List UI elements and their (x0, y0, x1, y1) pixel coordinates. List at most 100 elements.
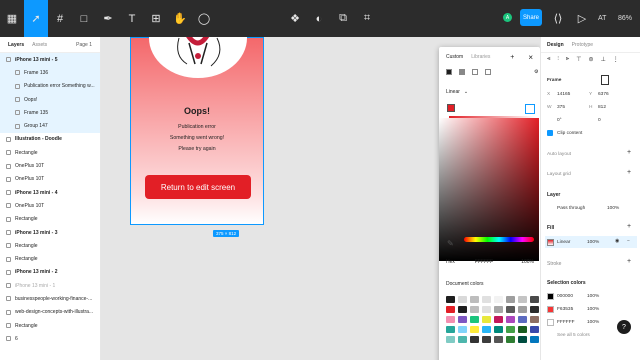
color-swatch[interactable] (518, 316, 527, 323)
layer-row[interactable]: iPhone 13 mini - 1 (0, 279, 100, 292)
tab-layers[interactable]: Layers (8, 42, 24, 48)
comment-tool-icon[interactable]: ◯ (192, 0, 216, 37)
fill-swatch[interactable] (547, 239, 554, 246)
layer-row[interactable]: OnePlus 10T (0, 173, 100, 186)
frame-tool-icon[interactable]: # (48, 0, 72, 37)
color-swatch[interactable] (494, 306, 503, 313)
layer-row[interactable]: Publication error Something w... (0, 79, 100, 93)
add-fill-icon[interactable]: + (627, 223, 631, 230)
selection-color-hex[interactable]: F63535 (557, 307, 573, 312)
iphone-frame[interactable]: Oops! Publication error Something went w… (130, 37, 264, 237)
color-swatch[interactable] (458, 296, 467, 303)
solid-icon[interactable] (446, 69, 452, 75)
color-swatch[interactable] (482, 316, 491, 323)
layer-row[interactable]: iPhone 13 mini - 5 (0, 53, 100, 67)
pen-tool-icon[interactable]: ✒ (96, 0, 120, 37)
selection-color-opacity[interactable]: 100% (587, 294, 599, 299)
crop-icon[interactable]: ⌗ (355, 0, 379, 37)
color-swatch[interactable] (530, 296, 539, 303)
align-center-icon[interactable]: ⫶ (557, 56, 559, 63)
color-swatch[interactable] (494, 296, 503, 303)
color-swatch[interactable] (470, 316, 479, 323)
layer-row[interactable]: Rectangle (0, 319, 100, 332)
color-swatch[interactable] (506, 326, 515, 333)
linear-gradient-icon[interactable] (459, 69, 465, 75)
hex-input[interactable]: FFFFFF (475, 259, 493, 265)
layer-row[interactable]: Frame 136 (0, 66, 100, 80)
at-label[interactable]: AT (598, 15, 606, 22)
layer-opacity-input[interactable]: 100% (607, 206, 619, 211)
fill-opacity-input[interactable]: 100% (587, 240, 599, 245)
color-swatch[interactable] (518, 326, 527, 333)
color-swatch[interactable] (506, 306, 515, 313)
resources-icon[interactable]: ⊞ (144, 0, 168, 37)
layer-row[interactable]: iPhone 13 mini - 2 (0, 266, 100, 279)
color-swatch[interactable] (446, 296, 455, 303)
color-swatch[interactable] (458, 306, 467, 313)
stop-white[interactable] (525, 104, 535, 114)
share-button[interactable]: Share (520, 9, 542, 26)
figma-menu-icon[interactable]: ▦ (0, 0, 24, 37)
tab-prototype[interactable]: Prototype (572, 42, 593, 48)
color-swatch[interactable] (446, 326, 455, 333)
return-to-edit-button[interactable]: Return to edit screen (145, 175, 251, 199)
x-input[interactable]: 14165 (557, 92, 570, 97)
y-input[interactable]: 6376 (598, 92, 609, 97)
see-all-colors-link[interactable]: See all 5 colors (557, 333, 590, 338)
layer-row[interactable]: Group 147 (0, 119, 100, 133)
color-swatch[interactable] (458, 316, 467, 323)
eye-icon[interactable]: ◉ (615, 239, 619, 244)
layer-row[interactable]: Illustration - Doodle (0, 133, 100, 146)
layer-row[interactable]: Rectangle (0, 213, 100, 226)
color-swatch[interactable] (518, 306, 527, 313)
text-tool-icon[interactable]: T (120, 0, 144, 37)
eyedropper-icon[interactable]: ✎ (447, 239, 454, 248)
w-input[interactable]: 375 (557, 105, 565, 110)
image-fill-icon[interactable] (485, 69, 491, 75)
tab-assets[interactable]: Assets (32, 42, 47, 48)
selection-color-opacity[interactable]: 100% (587, 320, 599, 325)
blend-mode-select[interactable]: Pass through (557, 206, 585, 211)
color-swatch[interactable] (506, 336, 515, 343)
layer-row[interactable]: Rectangle (0, 252, 100, 265)
color-swatch[interactable] (482, 306, 491, 313)
h-input[interactable]: 812 (598, 105, 606, 110)
stop-red[interactable] (447, 104, 455, 112)
radius-input[interactable]: 0 (598, 118, 601, 123)
color-swatch[interactable] (470, 306, 479, 313)
rotation-input[interactable]: 0° (557, 118, 562, 123)
portrait-icon[interactable] (601, 75, 609, 85)
close-icon[interactable]: × (528, 53, 533, 62)
color-swatch[interactable] (470, 336, 479, 343)
color-swatch[interactable] (506, 316, 515, 323)
layer-row[interactable]: Oops! (0, 92, 100, 107)
color-swatch[interactable] (446, 316, 455, 323)
color-swatch[interactable] (518, 336, 527, 343)
selection-color-hex[interactable]: FFFFFF (557, 320, 575, 325)
boolean-icon[interactable]: ⧉ (331, 0, 355, 37)
clip-checkbox[interactable] (547, 130, 553, 136)
frame-dropdown[interactable]: Frame (547, 78, 561, 83)
hue-slider[interactable] (464, 237, 534, 242)
gradient-type-dropdown[interactable]: Linear ⌄ (446, 89, 468, 95)
color-swatch[interactable] (458, 326, 467, 333)
layer-row[interactable]: iPhone 13 mini - 4 (0, 186, 100, 199)
color-swatch[interactable] (530, 326, 539, 333)
canvas[interactable]: Oops! Publication error Something went w… (101, 37, 540, 360)
layer-row[interactable]: 6 (0, 332, 100, 345)
color-swatch[interactable] (470, 326, 479, 333)
avatar[interactable]: A (503, 13, 512, 22)
selection-color-swatch[interactable] (547, 319, 554, 326)
layer-row[interactable]: businesspeople-working-finance-... (0, 292, 100, 305)
add-stroke-icon[interactable]: + (627, 258, 631, 265)
color-swatch[interactable] (518, 296, 527, 303)
color-swatch[interactable] (446, 306, 455, 313)
align-middle-icon[interactable]: ⊜ (589, 56, 594, 63)
color-swatch[interactable] (470, 296, 479, 303)
layer-row[interactable]: Rectangle (0, 239, 100, 252)
layer-row[interactable]: web-design-concepts-with-illustra... (0, 306, 100, 319)
selection-color-swatch[interactable] (547, 293, 554, 300)
color-swatch[interactable] (494, 316, 503, 323)
color-swatch[interactable] (482, 336, 491, 343)
layer-row[interactable]: OnePlus 10T (0, 159, 100, 172)
